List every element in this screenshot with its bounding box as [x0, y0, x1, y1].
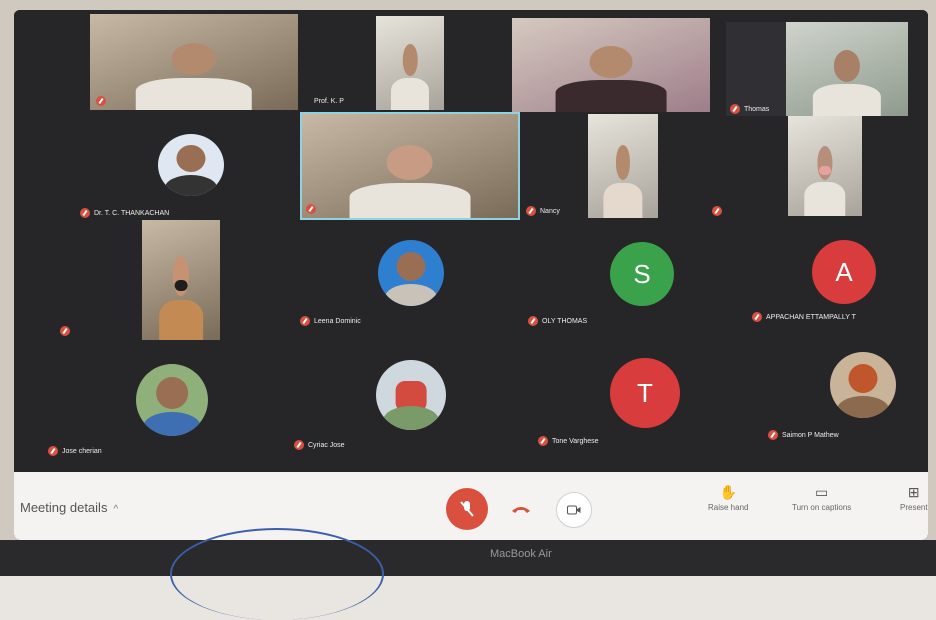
meeting-details-label: Meeting details	[20, 500, 108, 515]
participant-video	[90, 14, 298, 110]
participant-avatar-letter: S	[610, 242, 674, 306]
participant-name: Leena Dominic	[300, 316, 361, 326]
mic-off-icon	[768, 430, 778, 440]
person-figure	[804, 146, 846, 216]
laptop-brand: MacBook Air	[490, 548, 552, 560]
participant-name: Tone Varghese	[538, 436, 599, 446]
participant-name	[60, 326, 74, 336]
participant-name: Cyriac Jose	[294, 440, 345, 450]
participant-name: OLY THOMAS	[528, 316, 587, 326]
person-figure	[603, 145, 643, 218]
mic-off-icon	[526, 206, 536, 216]
person-figure	[349, 145, 471, 218]
raise-hand-label: Raise hand	[708, 503, 749, 512]
participant-video	[786, 22, 908, 116]
mic-off-icon	[306, 204, 316, 214]
participant-name: Jose cherian	[48, 446, 102, 456]
participant-name	[96, 96, 110, 106]
participant-video	[300, 112, 520, 220]
person-figure	[812, 50, 882, 116]
phone-hangup-icon	[512, 507, 530, 513]
present-button[interactable]: ⊞ Present	[900, 484, 928, 512]
camera-toggle-button[interactable]	[556, 492, 592, 528]
participant-name: Nancy	[526, 206, 560, 216]
mic-off-icon	[528, 316, 538, 326]
participant-tile[interactable]: Saimon P Mathew	[764, 350, 914, 450]
participant-tile[interactable]	[512, 18, 710, 112]
participant-avatar	[376, 360, 446, 430]
participant-tile[interactable]: Thomas	[726, 22, 908, 116]
captions-icon: ▭	[815, 484, 829, 500]
participant-avatar-letter: A	[812, 240, 876, 304]
participant-tile[interactable]: S OLY THOMAS	[524, 238, 704, 334]
hand-icon: ✋	[719, 484, 737, 500]
meeting-toolbar: Meeting details ^ ✋ Raise hand ▭ Turn on …	[14, 472, 928, 540]
participant-avatar	[830, 352, 896, 418]
present-icon: ⊞	[907, 484, 920, 500]
end-call-button[interactable]	[504, 492, 538, 526]
mic-off-icon	[80, 208, 90, 218]
mic-off-icon	[60, 326, 70, 336]
participant-tile[interactable]: Prof. K. P	[314, 16, 444, 110]
laptop-base	[0, 540, 936, 576]
participant-tile[interactable]	[708, 116, 868, 220]
person-figure	[390, 44, 430, 110]
mic-off-icon	[460, 501, 474, 517]
raise-hand-button[interactable]: ✋ Raise hand	[708, 484, 748, 512]
participant-tile[interactable]: Jose cherian	[44, 362, 244, 462]
mic-off-icon	[294, 440, 304, 450]
mic-off-icon	[752, 312, 762, 322]
mic-off-icon	[730, 104, 740, 114]
stamp-seal	[170, 528, 384, 620]
mic-off-icon	[712, 206, 722, 216]
participant-name: Prof. K. P	[314, 98, 344, 105]
participant-video	[512, 18, 710, 112]
participant-tile[interactable]	[54, 220, 234, 346]
participant-video	[142, 220, 220, 340]
camera-icon	[567, 505, 581, 515]
participant-tile[interactable]: Cyriac Jose	[290, 356, 460, 456]
participant-tile[interactable]: Dr. T. C. THANKACHAN	[74, 130, 296, 226]
participant-avatar-letter: T	[610, 358, 680, 428]
person-figure	[159, 256, 203, 340]
participant-video	[376, 16, 444, 110]
participant-tile[interactable]	[90, 14, 298, 110]
captions-button[interactable]: ▭ Turn on captions	[792, 484, 851, 512]
participant-avatar	[378, 240, 444, 306]
participant-avatar	[158, 134, 224, 196]
participant-tile[interactable]: A APPACHAN ETTAMPALLY T	[748, 236, 918, 332]
mic-off-icon	[96, 96, 106, 106]
present-label: Present	[900, 503, 928, 512]
meeting-details-button[interactable]: Meeting details ^	[20, 500, 118, 515]
person-figure	[135, 42, 253, 110]
meet-window: Prof. K. P Thomas Dr. T. C. THANKACHAN N…	[14, 10, 928, 540]
participant-name: Thomas	[730, 104, 769, 114]
mic-toggle-button[interactable]	[446, 488, 488, 530]
chevron-up-icon: ^	[113, 504, 119, 515]
participant-tile[interactable]	[300, 112, 520, 220]
participant-tile[interactable]: Nancy	[522, 114, 662, 218]
participant-video	[788, 116, 862, 216]
person-figure	[555, 46, 667, 112]
participant-name: Dr. T. C. THANKACHAN	[80, 208, 169, 218]
participant-tile[interactable]: Leena Dominic	[294, 240, 494, 336]
mic-off-icon	[48, 446, 58, 456]
participant-video	[588, 114, 658, 218]
participant-name	[306, 204, 320, 214]
participant-name: APPACHAN ETTAMPALLY T	[752, 312, 856, 322]
participant-tile[interactable]: T Tone Varghese	[534, 354, 714, 454]
mic-off-icon	[300, 316, 310, 326]
mic-off-icon	[538, 436, 548, 446]
participant-grid: Prof. K. P Thomas Dr. T. C. THANKACHAN N…	[14, 10, 928, 472]
participant-name	[712, 206, 726, 216]
participant-avatar	[136, 364, 208, 436]
participant-name: Saimon P Mathew	[768, 430, 839, 440]
captions-label: Turn on captions	[792, 503, 852, 512]
